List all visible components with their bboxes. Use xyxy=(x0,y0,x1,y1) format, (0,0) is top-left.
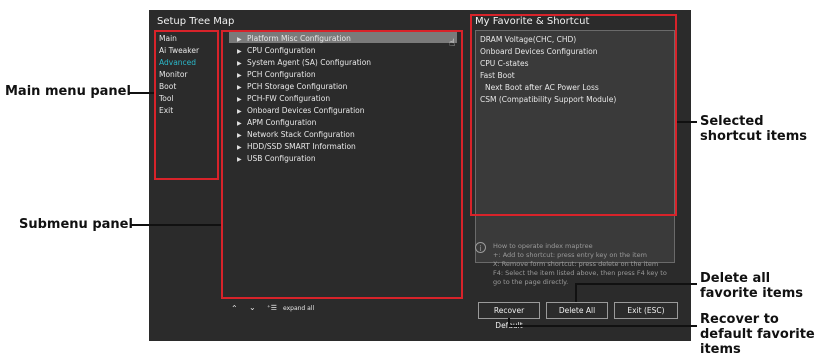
callout-line xyxy=(508,325,697,327)
callout-line xyxy=(131,224,221,226)
info-line: F4: Select the item listed above, then p… xyxy=(493,269,667,277)
recover-default-button[interactable]: Recover Default xyxy=(478,302,540,330)
info-line: How to operate index maptree xyxy=(493,242,593,250)
callout-line xyxy=(129,92,154,94)
callout-selected-shortcut: Selected shortcut items xyxy=(700,114,808,144)
exit-button[interactable]: Exit (ESC) xyxy=(614,302,678,319)
main-menu-highlight-box xyxy=(154,30,219,180)
callout-line xyxy=(575,283,577,302)
favorites-highlight-box xyxy=(470,14,677,216)
info-icon: i xyxy=(475,242,486,253)
callout-line xyxy=(677,121,697,123)
info-line: go to the page directly. xyxy=(493,278,569,286)
callout-submenu-panel: Submenu panel xyxy=(19,217,133,232)
expand-down-icon[interactable]: ⌄ xyxy=(249,303,256,312)
callout-line xyxy=(575,283,697,285)
callout-recover-default: Recover to default favorite items xyxy=(700,312,815,357)
info-line: X: Remove form shortcut: press delete on… xyxy=(493,260,659,268)
callout-main-menu-panel: Main menu panel xyxy=(5,84,131,99)
collapse-up-icon[interactable]: ⌃ xyxy=(231,304,238,313)
expand-all-icon[interactable]: ⁺☰ xyxy=(267,304,277,312)
callout-delete-all: Delete all favorite items xyxy=(700,271,804,301)
submenu-highlight-box xyxy=(221,30,463,299)
delete-all-button[interactable]: Delete All xyxy=(546,302,608,319)
tree-title: Setup Tree Map xyxy=(157,16,235,27)
expand-all-label[interactable]: expand all xyxy=(283,305,314,312)
info-line: +: Add to shortcut: press entry key on t… xyxy=(493,251,647,259)
